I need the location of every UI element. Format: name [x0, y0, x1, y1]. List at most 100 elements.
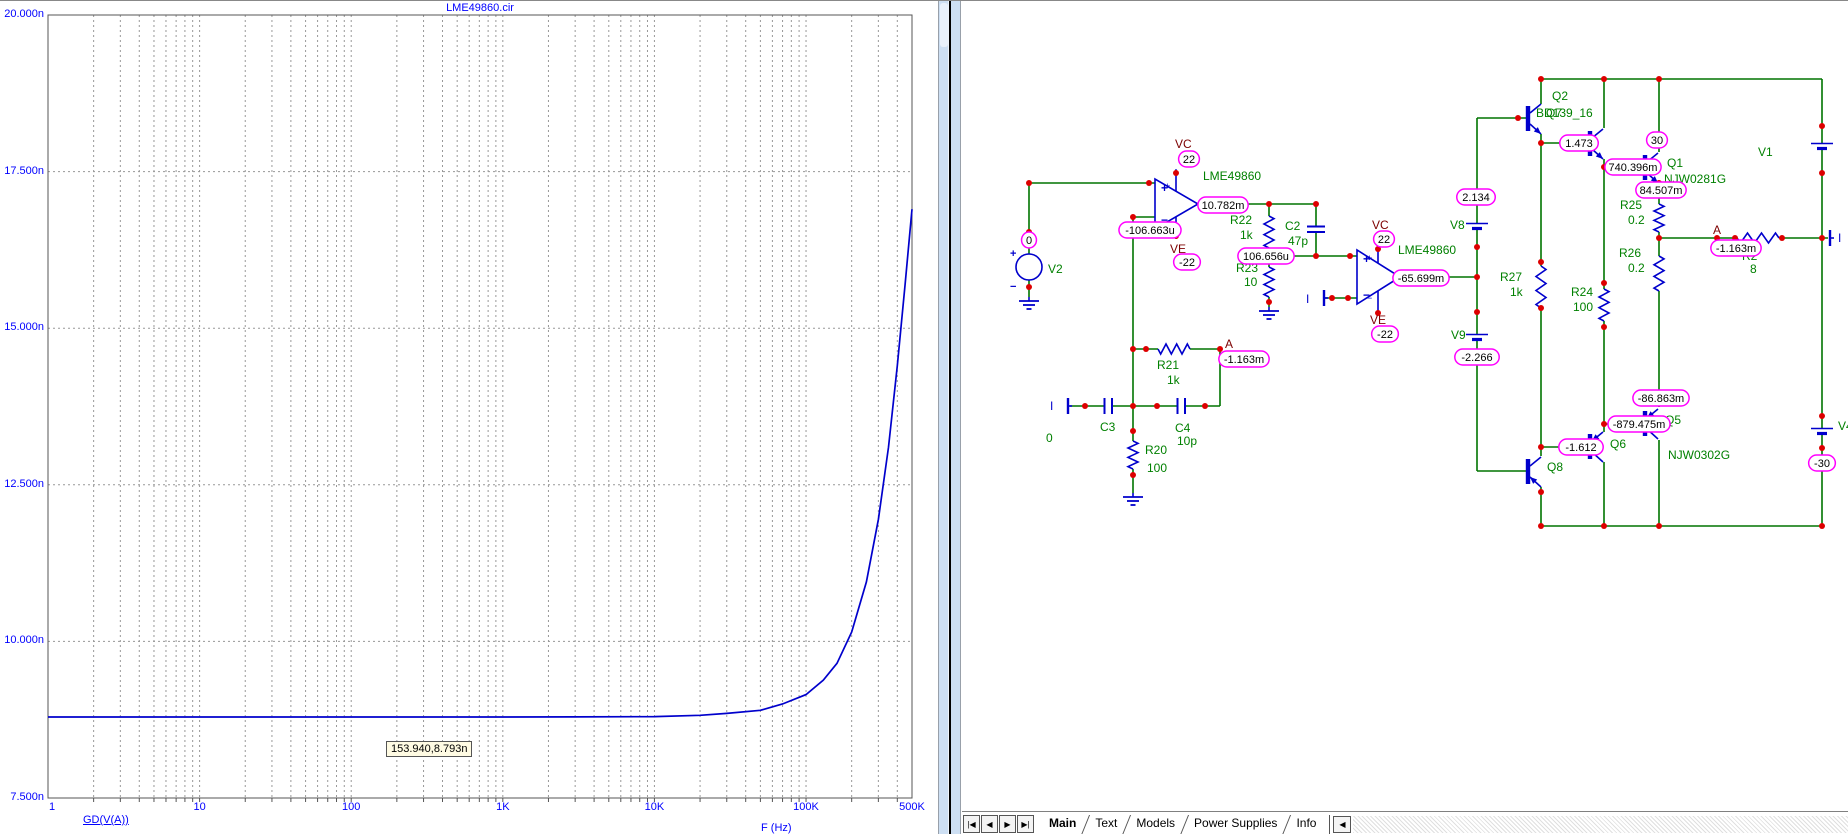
- voltage-bubble-value: -2.266: [1461, 352, 1492, 364]
- part-label: R20: [1145, 443, 1167, 457]
- plot-canvas[interactable]: [0, 1, 938, 834]
- next-page-button[interactable]: ▶: [999, 815, 1016, 833]
- sheet-tabs: Main Text Models Power Supplies Info: [1040, 812, 1325, 834]
- plus-sign: +: [1367, 253, 1372, 263]
- junction-dot: [1329, 295, 1335, 301]
- part-label: R26: [1619, 246, 1641, 260]
- sheet-tab-models[interactable]: Models: [1127, 812, 1184, 830]
- y-tick-label: 17.500n: [4, 164, 44, 177]
- voltage-bubble-value: -22: [1377, 329, 1393, 341]
- x-tick-label: 1K: [496, 801, 510, 813]
- junction-dot: [1538, 489, 1544, 495]
- x-tick-label: 1: [48, 801, 56, 813]
- part-label: V4: [1838, 419, 1848, 433]
- plot-title: LME49860.cir: [446, 2, 514, 14]
- transistor-q8[interactable]: [1525, 459, 1531, 484]
- junction-dot: [1313, 201, 1319, 207]
- x-tick-label: 100K: [793, 801, 819, 813]
- junction-dot: [1130, 403, 1136, 409]
- scrollbar-thumb[interactable]: [940, 3, 948, 47]
- junction-dot: [1026, 180, 1032, 186]
- part-label: 100: [1573, 300, 1593, 314]
- part-label: LME49860: [1203, 169, 1261, 183]
- sheet-tab-info[interactable]: Info: [1287, 812, 1325, 830]
- part-label: 47p: [1288, 234, 1308, 248]
- part-label: 0.2: [1628, 261, 1645, 275]
- tie-pin-label: I: [1838, 231, 1841, 245]
- part-label: 0: [1046, 431, 1053, 445]
- part-label: BD139_16: [1536, 106, 1593, 120]
- part-label: C4: [1175, 421, 1191, 435]
- voltage-bubble-value: 30: [1651, 135, 1663, 147]
- voltage-bubble-value: -86.863m: [1638, 393, 1684, 405]
- prev-page-button[interactable]: ◀: [981, 815, 998, 833]
- junction-dot: [1538, 259, 1544, 265]
- junction-dot: [1538, 444, 1544, 450]
- node-name-label: VC: [1175, 137, 1192, 151]
- scroll-left-button[interactable]: ◀: [1333, 816, 1352, 833]
- component-lead[interactable]: [1529, 456, 1542, 467]
- part-label: 1k: [1167, 373, 1181, 387]
- voltage-bubble-value: 2.134: [1462, 192, 1490, 204]
- part-label: Q1: [1667, 156, 1683, 170]
- x-tick-label: 10K: [644, 801, 665, 813]
- transistor-q2[interactable]: [1525, 106, 1531, 131]
- resistor-symbol[interactable]: [1262, 266, 1276, 298]
- part-label: V2: [1048, 262, 1063, 276]
- part-label: 1k: [1240, 228, 1254, 242]
- window-splitter[interactable]: [938, 1, 962, 834]
- last-page-button[interactable]: ▶|: [1017, 815, 1034, 833]
- schematic-canvas[interactable]: +−+−+−+−+−V2LME49860R221kC247pR2310LME49…: [962, 1, 1848, 811]
- y-tick-label: 12.500n: [4, 477, 44, 490]
- junction-dot: [1819, 170, 1825, 176]
- part-label: 8: [1750, 262, 1757, 276]
- junction-dot: [1656, 76, 1662, 82]
- sheet-tab-text[interactable]: Text: [1086, 812, 1126, 830]
- sheet-tab-main[interactable]: Main: [1040, 812, 1085, 830]
- resistor-symbol[interactable]: [1157, 342, 1191, 356]
- part-label: R24: [1571, 285, 1593, 299]
- analysis-plot-window: LME49860.cir 20.000n 17.500n 15.000n 12.500…: [0, 1, 938, 834]
- resistor-symbol[interactable]: [1262, 215, 1276, 249]
- part-label: V9: [1451, 328, 1466, 342]
- junction-dot: [1130, 214, 1136, 220]
- resistor-symbol[interactable]: [1534, 265, 1548, 309]
- resistor-symbol[interactable]: [1652, 203, 1666, 233]
- y-tick-label: 7.500n: [10, 791, 44, 803]
- part-label: Q6: [1610, 437, 1626, 451]
- trace-legend-label[interactable]: GD(V(A)): [83, 814, 129, 826]
- junction-dot: [1345, 295, 1351, 301]
- junction-dot: [1474, 244, 1480, 250]
- junction-dot: [1538, 305, 1544, 311]
- minus-sign: −: [1010, 281, 1016, 293]
- junction-dot: [1474, 309, 1480, 315]
- resistor-symbol[interactable]: [1126, 440, 1140, 470]
- junction-dot: [1779, 235, 1785, 241]
- junction-dot: [1266, 201, 1272, 207]
- voltage-bubble-value: 740.396m: [1609, 162, 1658, 174]
- x-tick-label: 10: [193, 801, 206, 813]
- node-name-label: VE: [1370, 313, 1386, 327]
- minus-sign: −: [1367, 293, 1372, 303]
- horizontal-scrollbar-track[interactable]: [1353, 816, 1848, 833]
- part-label: 0.2: [1628, 213, 1645, 227]
- sheet-tab-power-supplies[interactable]: Power Supplies: [1185, 812, 1286, 830]
- resistor-symbol[interactable]: [1597, 288, 1611, 322]
- junction-dot: [1347, 253, 1353, 259]
- part-label: 100: [1147, 461, 1167, 475]
- junction-dot: [1819, 413, 1825, 419]
- first-page-button[interactable]: |◀: [963, 815, 980, 833]
- tie-pin-label: I: [1050, 399, 1053, 413]
- junction-dot: [1656, 235, 1662, 241]
- voltage-source-v2[interactable]: [1015, 253, 1043, 281]
- microcap-application: LME49860.cir 20.000n 17.500n 15.000n 12.500…: [0, 0, 1848, 834]
- part-label: V1: [1758, 145, 1773, 159]
- voltage-bubble-value: 22: [1378, 234, 1390, 246]
- part-label: R21: [1157, 358, 1179, 372]
- junction-dot: [1819, 123, 1825, 129]
- node-name-label: A: [1225, 337, 1233, 351]
- voltage-bubble-value: 0: [1026, 235, 1032, 247]
- part-label: Q8: [1547, 460, 1563, 474]
- resistor-symbol[interactable]: [1652, 255, 1666, 292]
- junction-dot: [1819, 235, 1825, 241]
